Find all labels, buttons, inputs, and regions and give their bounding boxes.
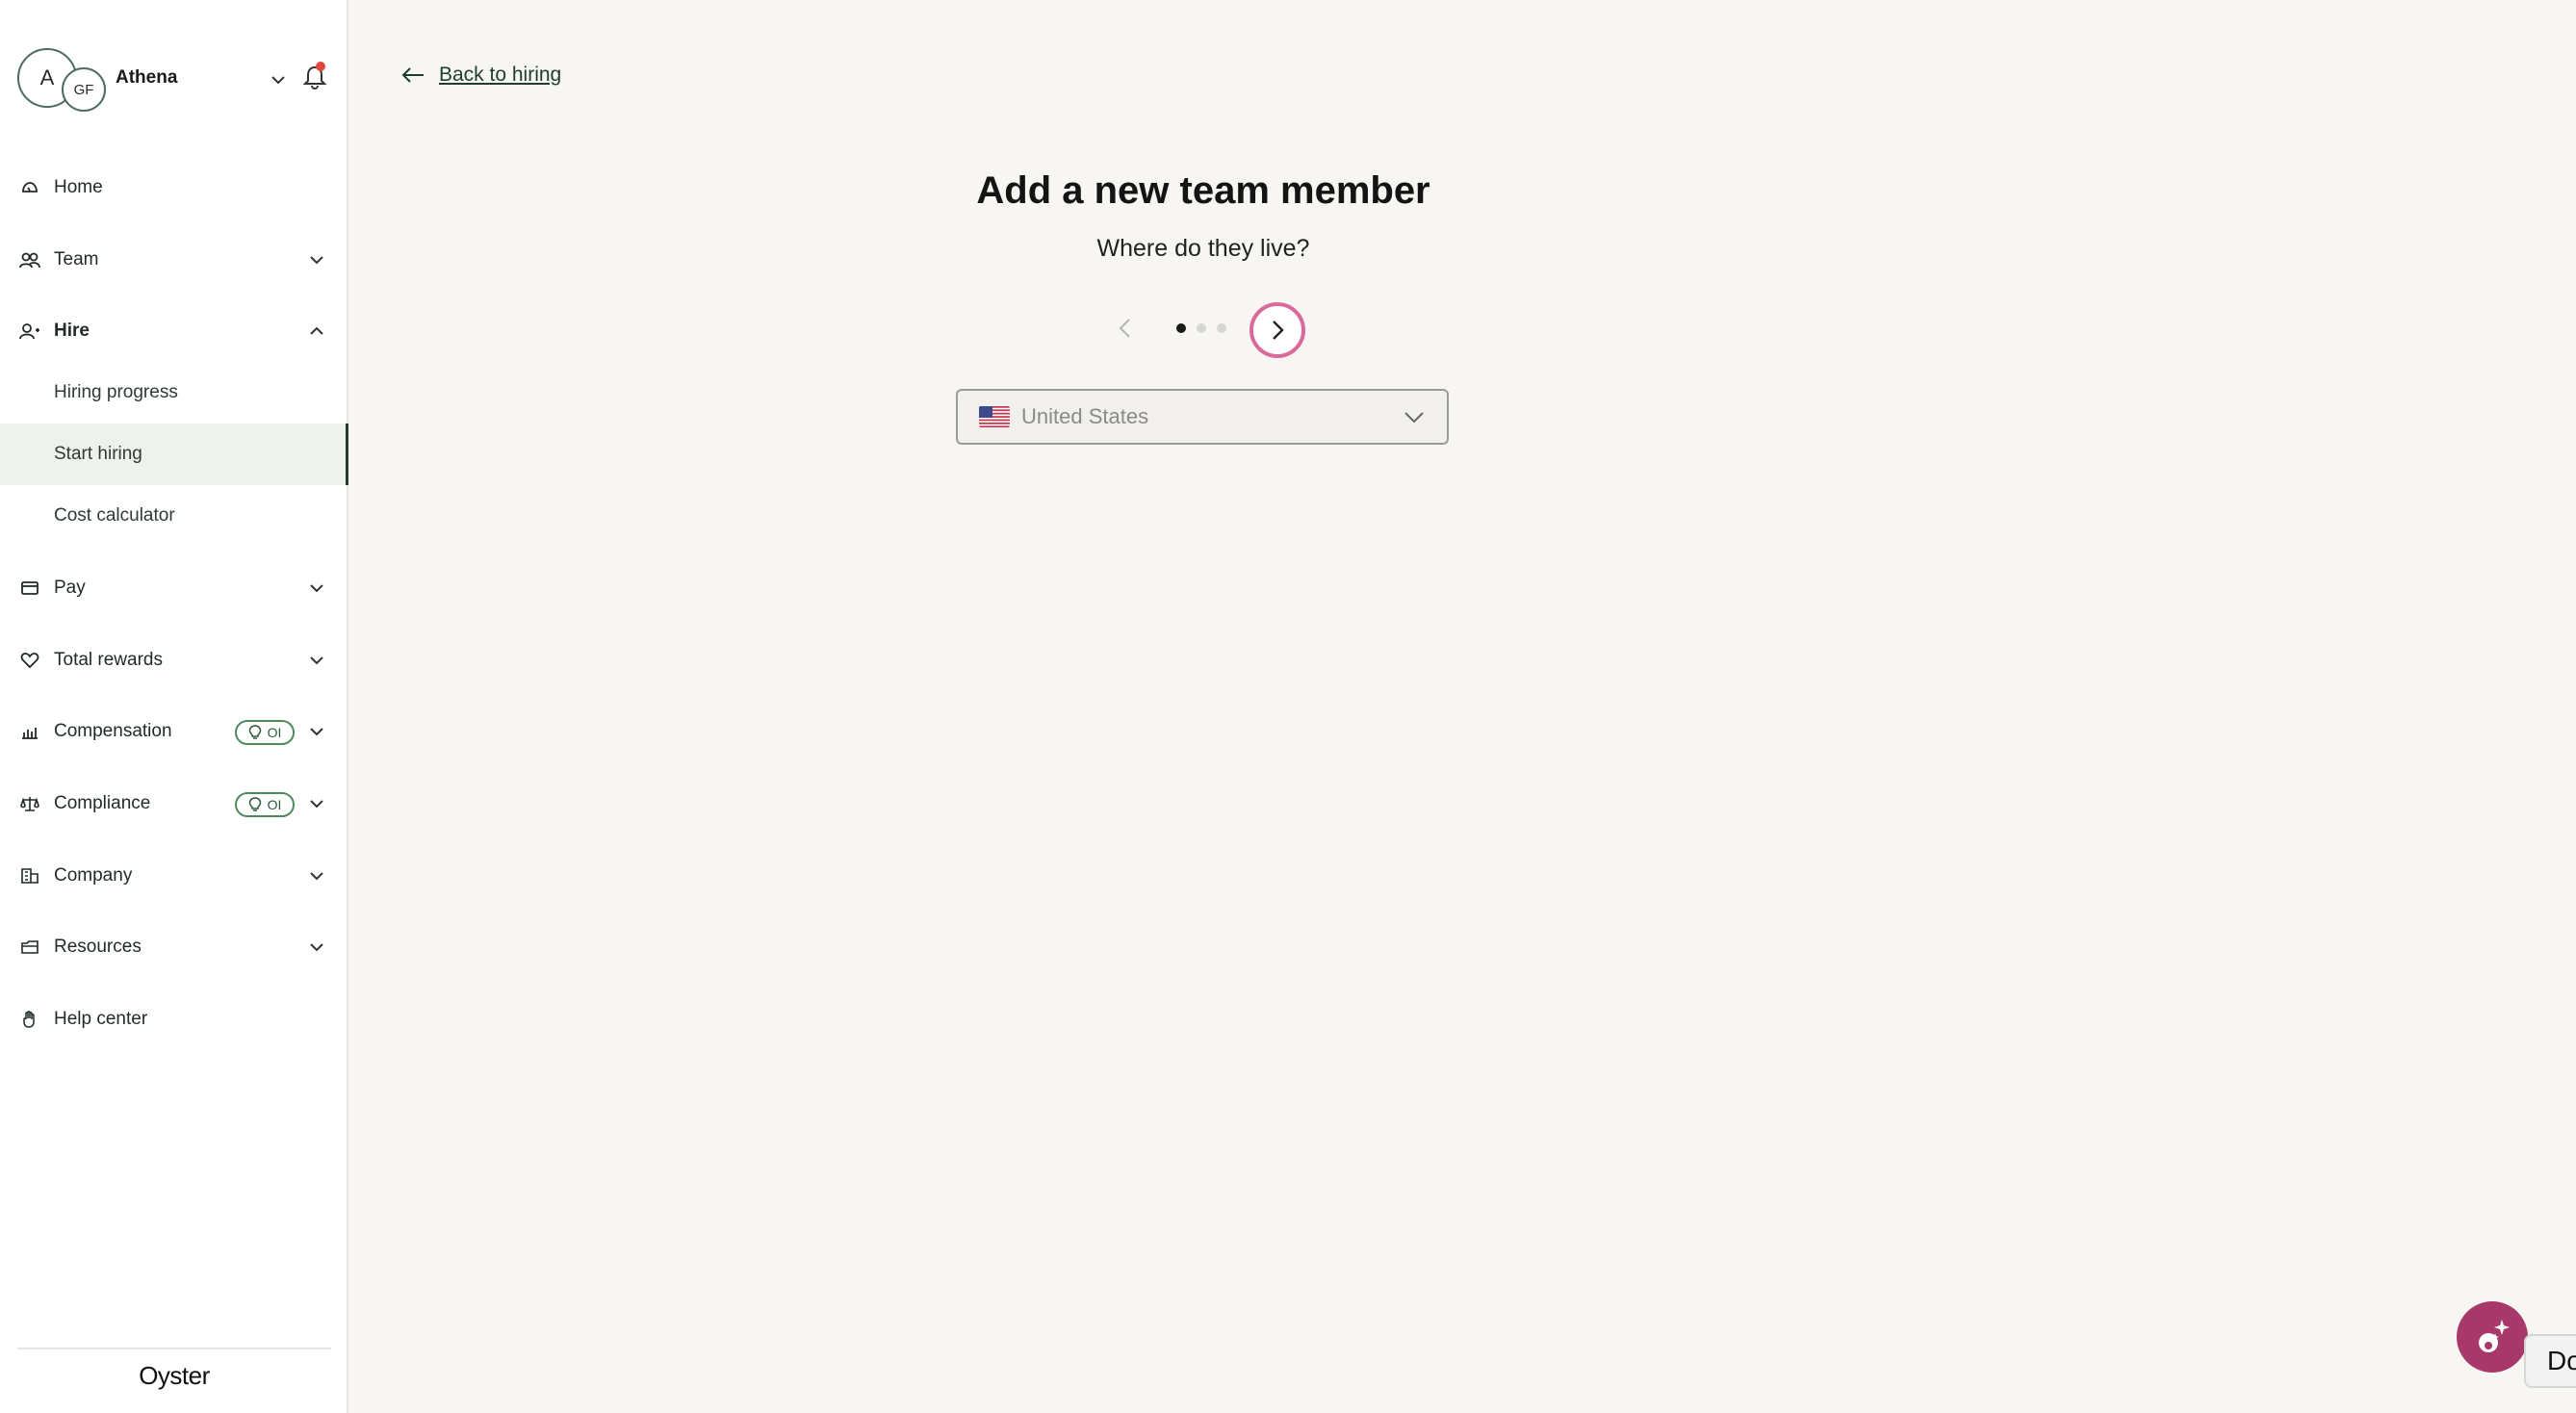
country-select[interactable]: United States [956,389,1449,445]
sidebar-item-home[interactable]: Home [0,157,347,218]
sidebar-item-label: Team [54,249,99,270]
chevron-down-icon[interactable] [268,69,289,90]
folder-icon [19,937,40,958]
lightbulb-icon [248,797,261,811]
sidebar-subitem-cost-calculator[interactable]: Cost calculator [0,485,348,547]
account-switcher[interactable]: A GF Athena [17,48,335,112]
sidebar-item-label: Resources [54,937,142,957]
chevron-down-icon [1404,412,1424,424]
us-flag-icon [979,406,1010,427]
ai-badge: OI [235,792,295,817]
arrow-left-icon [401,67,424,83]
chevron-down-icon [310,872,323,881]
chart-icon [19,721,40,742]
sidebar-item-resources[interactable]: Resources [0,916,347,978]
home-icon [19,177,40,198]
sidebar-item-label: Home [54,177,103,197]
team-icon [19,249,40,270]
oyster-logo[interactable]: Oyster [0,1361,348,1391]
sidebar-subitem-label: Start hiring [54,444,142,464]
badge-label: OI [267,797,282,812]
heart-icon [19,650,40,671]
scale-icon [19,793,40,814]
notification-dot [316,62,325,71]
sidebar-item-hire[interactable]: Hire [0,300,347,362]
chevron-right-icon [1273,321,1284,340]
sidebar-divider [17,1348,331,1349]
back-link-label[interactable]: Back to hiring [439,64,561,87]
sidebar-subitem-label: Hiring progress [54,382,178,402]
chevron-down-icon [310,943,323,952]
sidebar-item-total-rewards[interactable]: Total rewards [0,629,347,691]
page-subtitle: Where do they live? [1096,235,1310,262]
chevron-down-icon [310,800,323,809]
sidebar-item-label: Pay [54,578,86,598]
page-title: Add a new team member [976,169,1430,212]
pay-icon [19,578,40,599]
step-dot-active [1176,323,1186,333]
sidebar-item-label: Compensation [54,721,172,741]
badge-label: OI [267,725,282,740]
sidebar-subitem-hiring-progress[interactable]: Hiring progress [0,362,348,424]
sidebar-item-help-center[interactable]: Help center [0,989,347,1050]
edge-panel-tab[interactable]: Do [2524,1334,2576,1388]
lightbulb-icon [248,725,261,739]
next-step-button[interactable] [1249,302,1305,358]
chevron-down-icon [310,656,323,665]
ai-assistant-button[interactable] [2457,1301,2528,1373]
sidebar: A GF Athena Home Team Hire Hiring progre… [0,0,348,1413]
sidebar-subitem-start-hiring[interactable]: Start hiring [0,424,348,485]
step-dot [1217,323,1226,333]
building-icon [19,865,40,886]
back-to-hiring-link[interactable]: Back to hiring [400,64,561,87]
chevron-down-icon [310,584,323,593]
sidebar-item-label: Hire [54,321,90,341]
country-select-value: United States [1021,404,1149,428]
sidebar-item-compensation[interactable]: Compensation OI [0,701,347,762]
hire-icon [19,321,40,342]
sidebar-item-company[interactable]: Company [0,845,347,907]
chevron-up-icon [310,326,323,335]
sidebar-item-label: Total rewards [54,650,163,670]
sidebar-item-pay[interactable]: Pay [0,557,347,619]
sidebar-subitem-label: Cost calculator [54,505,175,526]
sidebar-item-label: Compliance [54,793,151,813]
sidebar-item-compliance[interactable]: Compliance OI [0,773,347,835]
chevron-left-icon[interactable] [1111,314,1140,343]
chevron-down-icon [310,256,323,265]
hand-icon [19,1009,40,1030]
account-name[interactable]: Athena [116,67,177,89]
org-avatar[interactable]: GF [62,67,106,112]
step-dot [1197,323,1206,333]
sidebar-item-label: Company [54,865,133,886]
sidebar-item-team[interactable]: Team [0,229,347,291]
sidebar-item-label: Help center [54,1009,148,1029]
chevron-down-icon [310,728,323,736]
sparkle-icon [2479,1320,2510,1352]
ai-badge: OI [235,720,295,745]
